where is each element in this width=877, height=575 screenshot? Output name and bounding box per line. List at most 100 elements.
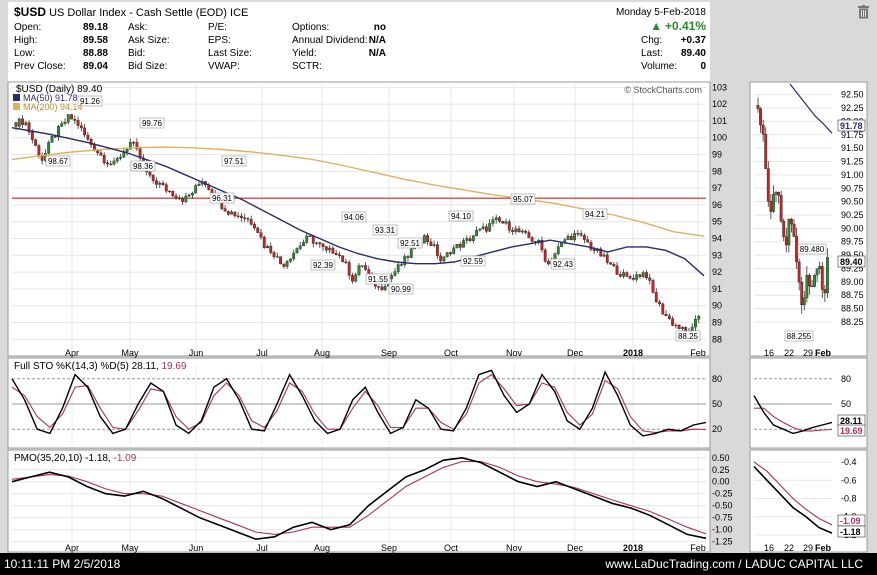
sto-tick-label: 50 [712,399,722,409]
candle-body [511,230,514,232]
candle-body [586,239,590,243]
price-tick-label: 96 [712,200,722,210]
price-annotation: 98.67 [48,157,69,166]
candle-body [83,127,87,136]
candle-body [34,139,38,146]
legend-sto: Full STO %K(14,3) %D(5) 28.11, 19.69 [14,361,187,372]
pmo-month-label: Feb [690,543,706,553]
candle-body [367,269,371,275]
candle-body [282,263,286,267]
footer-timestamp: 10:11:11 PM 2/5/2018 [4,557,121,571]
price-annotation: 99.76 [142,119,163,128]
candle-body [30,132,34,140]
candle-body [102,155,106,164]
candle-body [70,114,73,120]
candle-body [432,244,436,246]
detail-annotation: 89.480 [800,245,825,254]
candle-body [632,278,635,280]
candle-body [305,235,309,243]
candle-body [24,122,28,125]
detail-candle-body [795,236,798,263]
candle-body [239,215,243,218]
watermark: © StockCharts.com [624,85,702,95]
candle-body [475,229,478,236]
candle-body [341,255,345,263]
candle-body [390,275,394,280]
candle-body [259,232,263,238]
price-annotation: 94.10 [451,212,472,221]
trash-icon[interactable] [857,5,870,19]
candle-body [605,254,609,263]
candle-body [527,232,531,238]
candle-body [458,243,462,248]
candle-body [661,303,665,315]
price-annotation: 92.43 [553,260,574,269]
candle-body [321,243,325,247]
candle-body [641,272,645,277]
detail-sto-tick-label: 80 [841,374,851,384]
candle-body [609,262,612,265]
detail-candle-body [800,282,804,305]
candle-body [645,272,648,279]
price-tick-label: 95 [712,217,722,227]
candle-body [383,285,387,290]
price-tick-label: 98 [712,166,722,176]
pmo-badge: -1.18 [840,527,861,537]
price-annotation: 92.59 [463,257,484,266]
pmo-month-label: Jul [256,543,268,553]
month-label: May [121,348,139,358]
sto-k-badge: 28.11 [840,416,862,426]
candle-body [573,233,577,241]
candle-body [243,217,247,219]
detail-pmo-x-label: 22 [784,543,794,553]
candle-body [125,149,129,152]
price-tick-label: 93 [712,250,722,260]
candle-body [76,120,80,126]
month-label: Nov [506,348,523,358]
candle-body [262,236,266,249]
candle-body [556,246,560,254]
candle-body [583,235,586,240]
candle-body [256,227,260,233]
price-annotation: 88.25 [678,332,699,341]
candle-body [236,215,240,217]
detail-tick-label: 90.75 [841,183,864,193]
candle-body [377,286,380,288]
candle-body [380,286,384,290]
detail-tick-label: 90.00 [841,223,864,233]
candle-body [658,301,661,305]
legend-pmo: PMO(35,20,10) -1.18, -1.09 [14,453,137,464]
detail-candle-body [808,275,811,287]
candle-body [462,240,465,248]
pmo-tick-label: -0.75 [712,513,733,523]
candle-body [184,195,188,202]
candle-body [507,221,511,231]
price-tick-label: 101 [712,116,727,126]
candle-body [132,142,135,144]
detail-pmo-tick-label: -0.4 [841,457,857,467]
candle-body [285,261,289,267]
detail-candle-body [761,124,765,135]
pmo-month-label: Apr [65,543,79,553]
candle-body [530,237,534,242]
detail-candle-body [790,219,793,225]
detail-tick-label: 91.25 [841,157,864,167]
detail-tick-label: 88.50 [841,304,864,314]
price-annotation: 94.21 [585,210,606,219]
detail-candle-body [823,289,827,294]
candle-body [99,152,103,156]
candle-body [445,252,449,257]
candle-body [436,244,439,257]
detail-candle-body [815,268,819,276]
month-label: Jun [189,348,204,358]
candle-body [501,221,505,224]
price-tick-label: 91 [712,284,722,294]
candle-body [106,162,109,165]
detail-candle-body [797,261,801,283]
pmo-tick-label: -1.00 [712,525,733,535]
candle-body [449,252,452,255]
detail-pmo-tick-label: -0.6 [841,475,857,485]
detail-candle-body [826,257,829,294]
footer-bar: 10:11:11 PM 2/5/2018 www.LaDucTrading.co… [0,553,877,575]
candle-body [677,324,681,329]
